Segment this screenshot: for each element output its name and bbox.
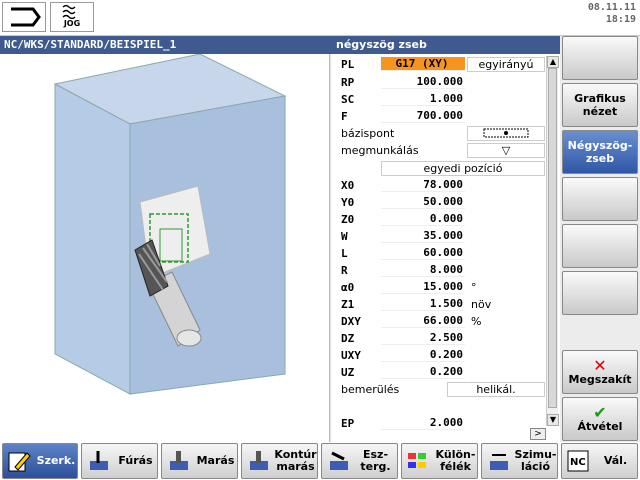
y0-field[interactable]: 50.000 [381,195,465,209]
checkmark-icon: ✔ [593,402,607,422]
insertion-select[interactable]: helikál. [447,382,545,397]
top-bar: JOG 08.11.11 18:19 [0,0,640,36]
simulation-icon [490,454,508,470]
contour-milling-icon [250,451,268,470]
param-row-f: F 700.000 [341,109,465,123]
kulonfelek-button[interactable]: Külön- félék [401,443,478,479]
date-text: 08.11.11 [587,2,636,13]
vsoft-4[interactable] [562,177,638,221]
scroll-thumb[interactable] [548,68,557,408]
alpha0-field[interactable]: 15.000 [381,280,465,294]
ep-field[interactable]: 2.000 [381,416,465,430]
eszterg-button[interactable]: Esz- terg. [321,443,398,479]
pl-field[interactable]: G17 (XY) [381,57,465,71]
param-row-r: R 8.000 [341,263,465,277]
program-path: NC/WKS/STANDARD/BEISPIEL_1 [0,36,330,54]
workpiece-illustration [53,53,287,395]
atvetel-button[interactable]: ✔ Átvétel [562,397,638,441]
param-row-y0: Y0 50.000 [341,195,465,209]
param-row-reference: bázispont [331,125,545,141]
kontur-maras-button[interactable]: Kontúr marás [241,443,318,479]
param-row-sc: SC 1.000 [341,92,465,106]
param-row-z1: Z1 1.500 növ [341,297,492,311]
machining-select[interactable]: ▽ [467,143,545,158]
param-row-dz: DZ 2.500 [341,331,465,345]
uz-field[interactable]: 0.200 [381,365,465,379]
param-row-insertion: bemerülés helikál. [331,381,545,397]
grafikus-nezet-button[interactable]: Grafikus nézet [562,83,638,127]
param-row-w: W 35.000 [341,229,465,243]
dz-field[interactable]: 2.500 [381,331,465,345]
param-row-z0: Z0 0.000 [341,212,465,226]
szimulacio-button[interactable]: Szimu- láció [481,443,558,479]
jog-label: JOG [63,19,81,28]
reference-point-icon [483,128,529,138]
jog-wave-icon [62,4,76,20]
x0-field[interactable]: 78.000 [381,178,465,192]
param-row-rp: RP 100.000 [341,75,465,89]
vertical-scrollbar[interactable]: ▲ ▼ [546,56,559,426]
z1-field[interactable]: 1.500 [381,297,465,311]
nc-select-icon: NC [567,450,589,472]
furas-button[interactable]: Fúrás [81,443,158,479]
r-field[interactable]: 8.000 [381,263,465,277]
turning-icon [330,451,348,470]
position-select[interactable]: egyedi pozíció [381,161,545,176]
megszakit-button[interactable]: ✕ Megszakít [562,350,638,394]
dxy-field[interactable]: 66.000 [381,314,465,328]
scroll-down-icon[interactable]: ▼ [547,414,559,426]
param-row-pl: PL G17 (XY) egyirányú [331,56,545,72]
f-field[interactable]: 700.000 [381,109,465,123]
svg-text:NC: NC [570,457,586,468]
pocket-graphic [0,53,330,442]
l-field[interactable]: 60.000 [381,246,465,260]
z0-field[interactable]: 0.000 [381,212,465,226]
param-row-uz: UZ 0.200 [341,365,465,379]
param-row-x0: X0 78.000 [341,178,465,192]
param-row-position: egyedi pozíció [331,160,545,176]
param-row-uxy: UXY 0.200 [341,348,465,362]
clock: 08.11.11 18:19 [588,2,636,26]
rp-field[interactable]: 100.000 [381,75,465,89]
direction-select[interactable]: egyirányú [467,57,545,72]
parameter-form: PL G17 (XY) egyirányú RP 100.000 SC 1.000 … [330,54,560,442]
param-row-ep: EP 2.000 [341,416,465,430]
vsoft-6[interactable] [562,271,638,315]
misc-icon [408,453,426,468]
vsoft-1[interactable] [562,36,638,80]
edit-icon [8,452,31,472]
form-title: négyszög zseb [330,36,560,54]
val-button[interactable]: NC Vál. [561,443,638,479]
sc-field[interactable]: 1.000 [381,92,465,106]
jog-mode-indicator: JOG [50,2,94,32]
uxy-field[interactable]: 0.200 [381,348,465,362]
reference-point-select[interactable] [467,126,545,141]
time-text: 18:19 [605,14,636,25]
scroll-right-button[interactable]: > [530,428,546,440]
machine-area-button[interactable] [2,2,46,32]
scroll-up-icon[interactable]: ▲ [547,56,559,68]
w-field[interactable]: 35.000 [381,229,465,243]
drilling-icon [90,451,108,470]
param-row-machining: megmunkálás ▽ [331,142,545,158]
milling-icon [170,451,188,470]
param-row-alpha0: α0 15.000 ° [341,280,477,294]
cancel-x-icon: ✕ [593,355,607,375]
vsoft-5[interactable] [562,224,638,268]
param-row-l: L 60.000 [341,246,465,260]
arrow-return-icon [11,7,41,27]
param-row-dxy: DXY 66.000% [341,314,482,328]
maras-button[interactable]: Marás [161,443,238,479]
negyszog-zseb-button[interactable]: Négyszög- zseb [562,130,638,174]
szerk-button[interactable]: Szerk. [2,443,78,479]
